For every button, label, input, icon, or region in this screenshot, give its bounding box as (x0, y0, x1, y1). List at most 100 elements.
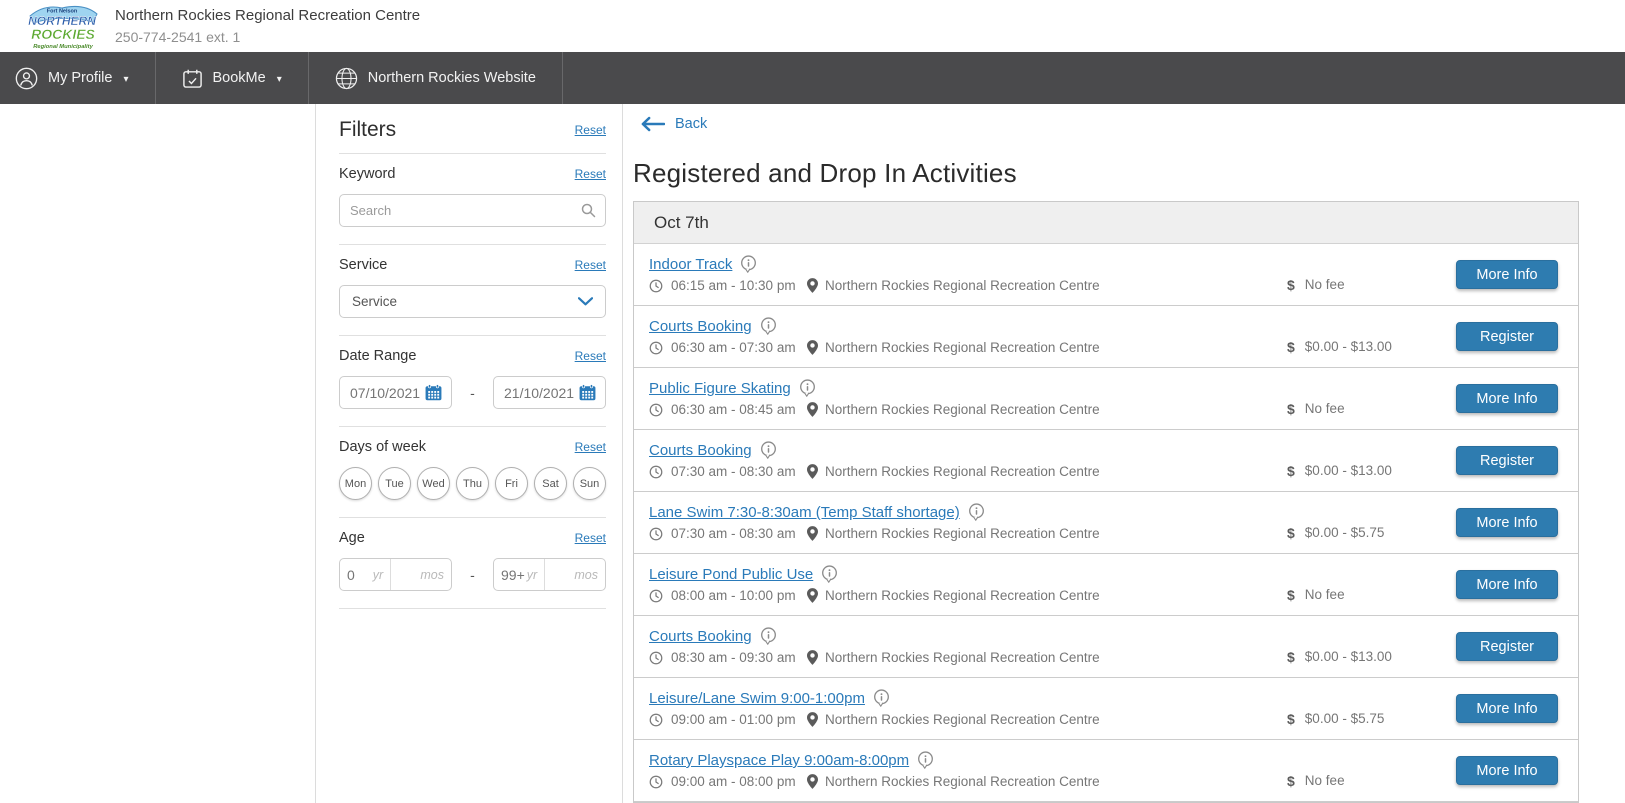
person-icon (15, 67, 38, 90)
calendar-icon[interactable] (425, 384, 442, 401)
clock-icon (649, 651, 663, 665)
info-icon[interactable] (968, 503, 985, 522)
day-toggle-button[interactable]: Fri (495, 467, 528, 500)
calendar-check-icon (182, 68, 203, 89)
service-label: Service (339, 257, 388, 273)
age-to-years-value: 99+ (501, 566, 525, 583)
age-reset-link[interactable]: Reset (575, 531, 606, 545)
calendar-icon[interactable] (579, 384, 596, 401)
age-from-years-input[interactable]: 0 yr (340, 559, 390, 590)
activity-time: 07:30 am - 08:30 am (671, 526, 796, 541)
main-nav: My Profile ▾ BookMe ▾ Northern Rockies W… (0, 52, 1625, 104)
date-from-input[interactable]: 07/10/2021 (339, 376, 452, 409)
logo-bottom-text: Regional Municipality (33, 44, 93, 50)
dollar-icon: $ (1287, 773, 1295, 789)
activity-row: Leisure/Lane Swim 9:00-1:00pm 09:00 am -… (634, 678, 1578, 740)
activity-action-button[interactable]: Register (1456, 632, 1558, 661)
age-to-years-input[interactable]: 99+ yr (494, 559, 544, 590)
date-to-value: 21/10/2021 (504, 384, 575, 401)
activity-action-button[interactable]: Register (1456, 322, 1558, 351)
info-icon[interactable] (873, 689, 890, 708)
back-link[interactable]: Back (640, 116, 707, 132)
service-filter-section: Service Reset Service (339, 245, 606, 336)
activity-action-button[interactable]: More Info (1456, 508, 1558, 537)
activity-row: Leisure Pond Public Use 08:00 am - 10:00… (634, 554, 1578, 616)
activity-action-button[interactable]: More Info (1456, 756, 1558, 785)
age-from-months-input[interactable]: mos (390, 559, 451, 590)
info-icon[interactable] (760, 441, 777, 460)
clock-icon (649, 341, 663, 355)
info-icon[interactable] (760, 317, 777, 336)
activity-fee: No fee (1304, 773, 1345, 788)
filters-title: Filters (339, 118, 397, 141)
back-arrow-icon (640, 116, 666, 132)
activity-fee: No fee (1304, 277, 1345, 292)
chevron-down-icon: ▾ (276, 73, 282, 85)
nav-item-my-profile[interactable]: My Profile ▾ (0, 52, 156, 104)
activity-title-link[interactable]: Courts Booking (649, 318, 752, 335)
clock-icon (649, 279, 663, 293)
info-icon[interactable] (740, 255, 757, 274)
day-toggle-button[interactable]: Thu (456, 467, 489, 500)
age-filter-section: Age Reset 0 yr mos - 99+ yr mos (339, 518, 606, 609)
activity-action-button[interactable]: More Info (1456, 384, 1558, 413)
service-reset-link[interactable]: Reset (575, 258, 606, 272)
keyword-reset-link[interactable]: Reset (575, 167, 606, 181)
service-select-value: Service (352, 294, 398, 309)
filters-reset-all-link[interactable]: Reset (575, 123, 606, 137)
info-icon[interactable] (760, 627, 777, 646)
activity-title-link[interactable]: Courts Booking (649, 442, 752, 459)
activity-time: 08:30 am - 09:30 am (671, 650, 796, 665)
age-years-suffix: yr (526, 567, 538, 582)
date-to-input[interactable]: 21/10/2021 (493, 376, 606, 409)
globe-icon (335, 67, 358, 90)
date-group-header: Oct 7th (634, 202, 1578, 244)
activity-title-link[interactable]: Indoor Track (649, 256, 732, 273)
nav-item-website[interactable]: Northern Rockies Website (309, 52, 563, 104)
activity-title-link[interactable]: Lane Swim 7:30-8:30am (Temp Staff shorta… (649, 504, 960, 521)
activity-action-button[interactable]: More Info (1456, 694, 1558, 723)
activity-title-link[interactable]: Leisure Pond Public Use (649, 566, 813, 583)
location-pin-icon (807, 774, 818, 789)
age-to-months-input[interactable]: mos (544, 559, 605, 590)
location-pin-icon (807, 650, 818, 665)
activity-row: Public Figure Skating 06:30 am - 08:45 a… (634, 368, 1578, 430)
activity-row: Lane Swim 7:30-8:30am (Temp Staff shorta… (634, 492, 1578, 554)
info-icon[interactable] (799, 379, 816, 398)
day-toggle-button[interactable]: Mon (339, 467, 372, 500)
activity-fee: $0.00 - $13.00 (1304, 649, 1392, 664)
activity-fee: No fee (1304, 401, 1345, 416)
activity-action-button[interactable]: Register (1456, 446, 1558, 475)
info-icon[interactable] (917, 751, 934, 770)
day-toggle-button[interactable]: Sat (534, 467, 567, 500)
left-gutter (0, 104, 315, 803)
date-range-reset-link[interactable]: Reset (575, 349, 606, 363)
day-toggle-button[interactable]: Tue (378, 467, 411, 500)
nav-item-bookme[interactable]: BookMe ▾ (156, 52, 309, 104)
days-of-week-filter-section: Days of week Reset Mon Tue Wed Thu Fri S… (339, 427, 606, 518)
keyword-search-input[interactable] (339, 194, 606, 227)
activity-fee: $0.00 - $5.75 (1304, 711, 1385, 726)
info-icon[interactable] (821, 565, 838, 584)
clock-icon (649, 527, 663, 541)
activity-action-button[interactable]: More Info (1456, 260, 1558, 289)
site-title: Northern Rockies Regional Recreation Cen… (115, 7, 421, 24)
activity-fee: $0.00 - $13.00 (1304, 463, 1392, 478)
activity-time: 06:15 am - 10:30 pm (671, 278, 796, 293)
days-of-week-reset-link[interactable]: Reset (575, 440, 606, 454)
activity-title-link[interactable]: Leisure/Lane Swim 9:00-1:00pm (649, 690, 865, 707)
activity-title-link[interactable]: Public Figure Skating (649, 380, 791, 397)
day-toggle-button[interactable]: Sun (573, 467, 606, 500)
date-from-value: 07/10/2021 (350, 384, 421, 401)
age-to-group: 99+ yr mos (493, 558, 606, 591)
activity-row: Courts Booking 08:30 am - 09:30 am North… (634, 616, 1578, 678)
activity-action-button[interactable]: More Info (1456, 570, 1558, 599)
service-select[interactable]: Service (339, 285, 606, 318)
age-years-suffix: yr (372, 567, 384, 582)
activity-title-link[interactable]: Rotary Playspace Play 9:00am-8:00pm (649, 752, 909, 769)
day-toggle-button[interactable]: Wed (417, 467, 450, 500)
dollar-icon: $ (1287, 587, 1295, 603)
activities-table: Oct 7th Indoor Track 06:15 am - 10:30 pm… (633, 201, 1579, 803)
top-header: Fort Nelson NORTHERN ROCKIES Regional Mu… (0, 0, 1625, 52)
activity-title-link[interactable]: Courts Booking (649, 628, 752, 645)
